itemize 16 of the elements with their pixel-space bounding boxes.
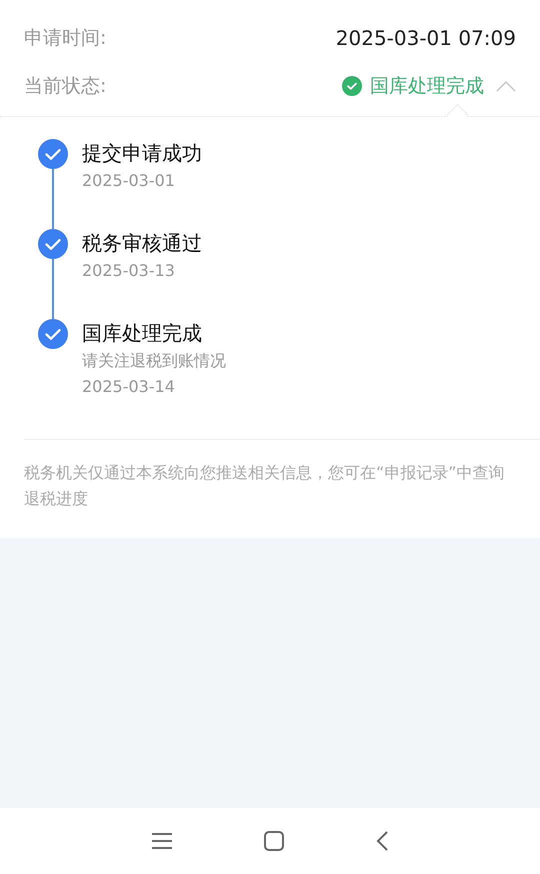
home-icon[interactable] — [263, 830, 285, 852]
step-title: 国库处理完成 — [82, 320, 203, 347]
step-date: 2025-03-13 — [82, 260, 176, 282]
field-label: 当前状态: — [24, 74, 106, 99]
step-date: 2025-03-14 — [82, 376, 176, 398]
status-text: 国库处理完成 — [370, 74, 484, 99]
field-value: 2025-03-01 07:09 — [336, 26, 516, 50]
step-title: 提交申请成功 — [82, 140, 202, 167]
back-icon[interactable] — [375, 830, 389, 852]
step-title: 税务审核通过 — [82, 230, 202, 257]
field-label: 申请时间: — [24, 26, 106, 51]
check-circle-icon — [342, 76, 362, 96]
step-note: 请关注退税到账情况 — [82, 350, 226, 372]
menu-icon[interactable] — [151, 832, 173, 850]
step-date: 2025-03-01 — [82, 170, 176, 192]
footnote-text: 税务机关仅通过本系统向您推送相关信息，您可在“申报记录”中查询退税进度 — [24, 462, 506, 510]
